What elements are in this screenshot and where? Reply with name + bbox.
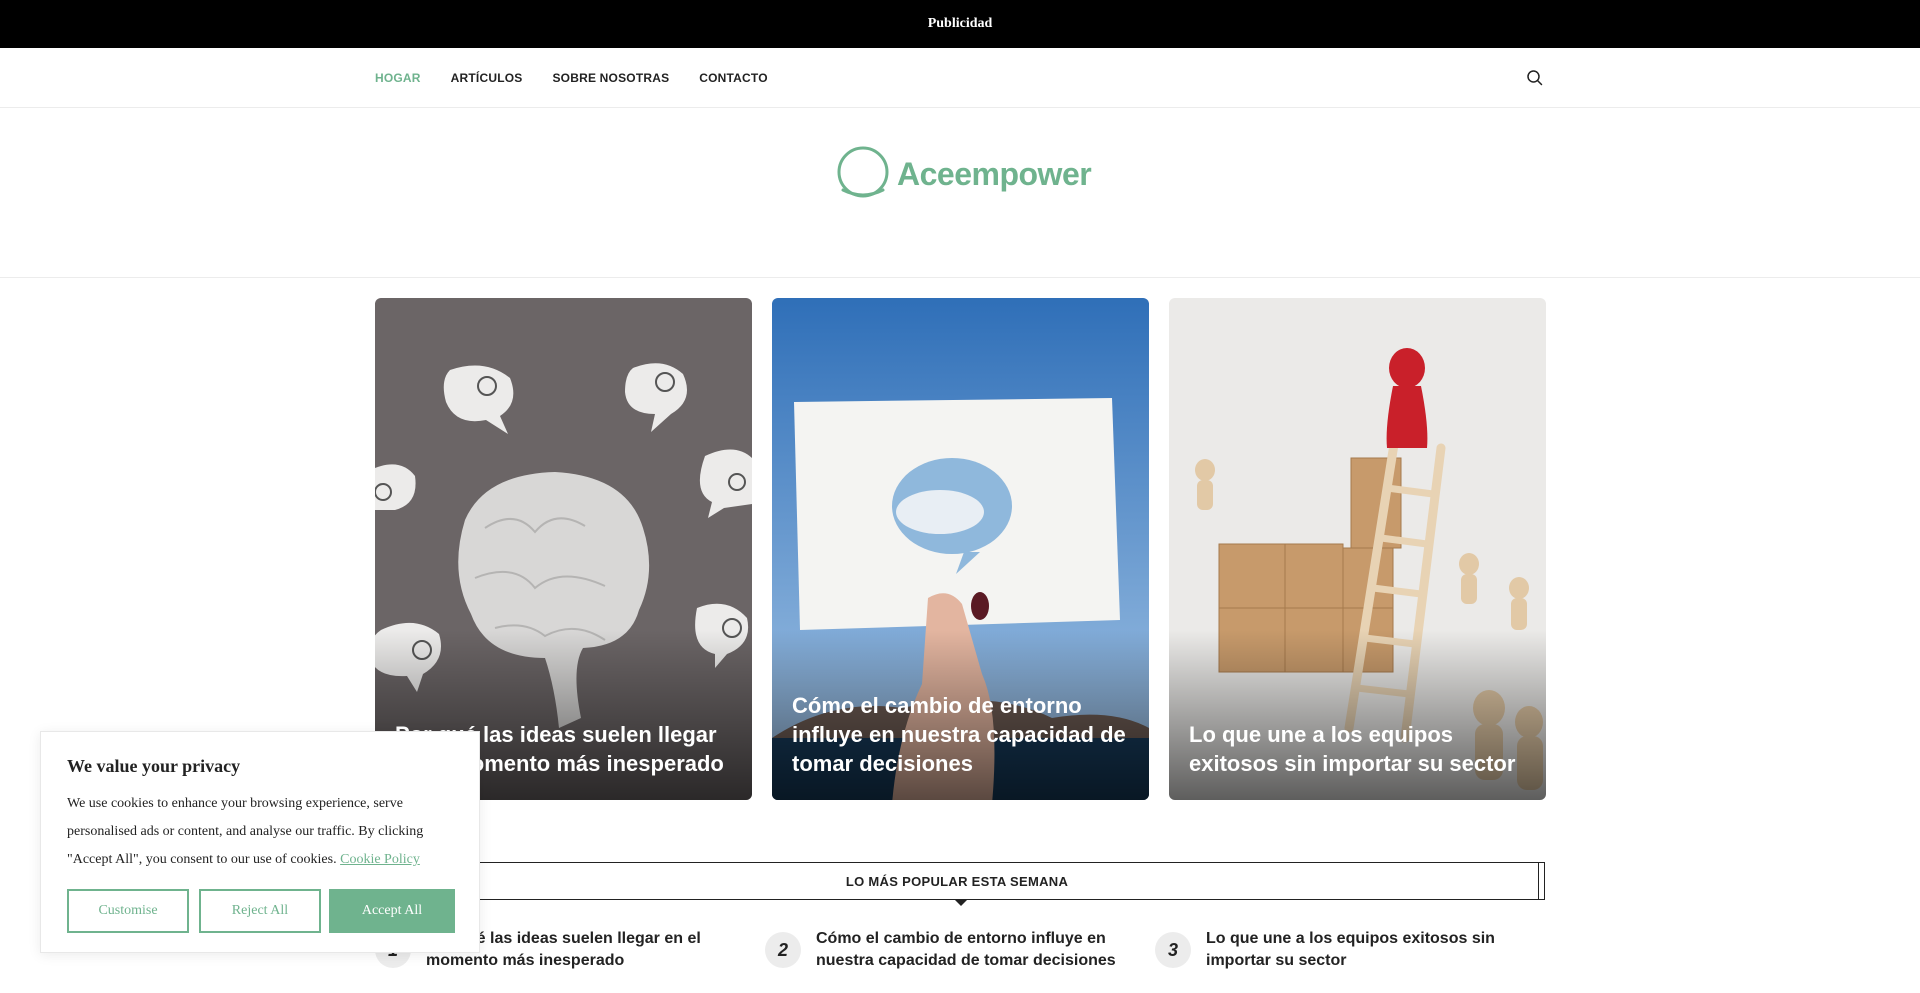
popular-section-heading: LO MÁS POPULAR ESTA SEMANA: [375, 862, 1545, 906]
featured-card-title: Cómo el cambio de entorno influye en nue…: [792, 693, 1126, 776]
popular-rank: 3: [1155, 932, 1191, 968]
header-logo-area: Aceempower: [0, 108, 1920, 278]
popular-item-title[interactable]: Lo que une a los equipos exitosos sin im…: [1206, 928, 1532, 972]
popular-rank: 2: [765, 932, 801, 968]
nav-item-sobre-nosotras[interactable]: SOBRE NOSOTRAS: [552, 71, 669, 85]
cookie-title: We value your privacy: [67, 756, 241, 776]
accept-all-button[interactable]: Accept All: [329, 889, 455, 933]
cookie-text: We use cookies to enhance your browsing …: [67, 790, 457, 874]
nav-item-contacto[interactable]: CONTACTO: [699, 71, 768, 85]
featured-card-title: Lo que une a los equipos exitosos sin im…: [1189, 722, 1516, 776]
featured-card[interactable]: Cómo el cambio de entorno influye en nue…: [772, 298, 1149, 800]
main-nav: HOGAR ARTÍCULOS SOBRE NOSOTRAS CONTACTO: [0, 48, 1920, 108]
popular-item[interactable]: 2 Cómo el cambio de entorno influye en n…: [765, 928, 1142, 972]
featured-card[interactable]: Lo que une a los equipos exitosos sin im…: [1169, 298, 1546, 800]
logo-text: Aceempower: [897, 155, 1092, 192]
popular-item[interactable]: 3 Lo que une a los equipos exitosos sin …: [1155, 928, 1532, 972]
nav-item-articulos[interactable]: ARTÍCULOS: [451, 71, 523, 85]
heading-arrow-icon: [954, 899, 968, 906]
reject-all-button[interactable]: Reject All: [199, 889, 321, 933]
popular-list: 1 Por qué las ideas suelen llegar en el …: [375, 928, 1545, 993]
site-logo[interactable]: Aceempower: [835, 146, 1092, 202]
popular-heading-text: LO MÁS POPULAR ESTA SEMANA: [845, 873, 1069, 889]
ad-bar: Publicidad: [0, 0, 1920, 48]
featured-card[interactable]: Por qué las ideas suelen llegar en el mo…: [375, 298, 752, 800]
customise-button[interactable]: Customise: [67, 889, 189, 933]
cookie-consent-banner: We value your privacy We use cookies to …: [40, 731, 480, 953]
logo-mark-icon: [837, 146, 889, 198]
search-icon[interactable]: [1525, 68, 1545, 88]
nav-item-hogar[interactable]: HOGAR: [375, 71, 421, 85]
popular-item-title[interactable]: Cómo el cambio de entorno influye en nue…: [816, 928, 1142, 972]
featured-posts: Por qué las ideas suelen llegar en el mo…: [375, 298, 1546, 800]
ad-label: Publicidad: [927, 16, 993, 31]
cookie-policy-link[interactable]: Cookie Policy: [340, 852, 420, 867]
